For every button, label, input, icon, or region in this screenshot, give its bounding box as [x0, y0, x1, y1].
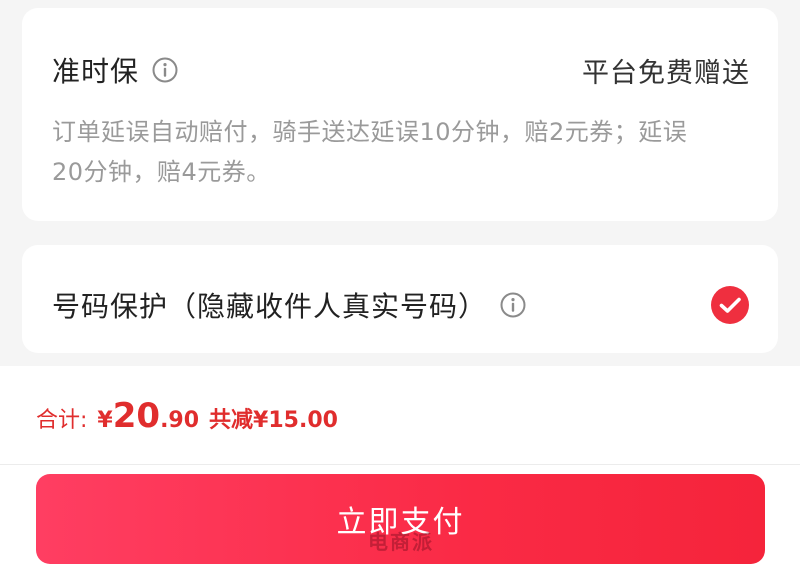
info-circle-icon[interactable] [499, 291, 527, 319]
discount-amount: 共减¥15.00 [209, 408, 338, 433]
on-time-description-line: 20分钟，赔4元券。 [52, 158, 271, 186]
number-protection-title: 号码保护（隐藏收件人真实号码） [52, 290, 488, 323]
checkout-page: 准时保 平台免费赠送 订单延误自动赔付，骑手送达延误10分钟，赔2元券；延误 2… [0, 0, 800, 580]
currency-symbol: ¥ [97, 408, 113, 433]
order-total: 合计: ¥ 20 .90 共减¥15.00 [36, 396, 338, 444]
on-time-guarantee-card: 准时保 平台免费赠送 订单延误自动赔付，骑手送达延误10分钟，赔2元券；延误 2… [22, 8, 778, 221]
total-amount-decimal: .90 [160, 408, 200, 433]
number-protection-card[interactable]: 号码保护（隐藏收件人真实号码） [22, 245, 778, 353]
on-time-description: 订单延误自动赔付，骑手送达延误10分钟，赔2元券；延误 20分钟，赔4元券。 [52, 112, 738, 192]
divider [0, 464, 800, 465]
info-circle-icon[interactable] [151, 56, 179, 84]
on-time-description-line: 订单延误自动赔付，骑手送达延误10分钟，赔2元券；延误 [52, 118, 688, 146]
total-label: 合计: [36, 408, 88, 433]
number-protection-row[interactable]: 号码保护（隐藏收件人真实号码） [52, 285, 750, 325]
check-circle-icon[interactable] [710, 285, 750, 325]
watermark-logo: 电商派 [368, 529, 434, 554]
free-gift-badge: 平台免费赠送 [582, 57, 750, 89]
on-time-title: 准时保 [52, 55, 140, 88]
total-amount-integer: 20 [112, 396, 161, 436]
on-time-header-row: 准时保 平台免费赠送 [52, 50, 750, 90]
